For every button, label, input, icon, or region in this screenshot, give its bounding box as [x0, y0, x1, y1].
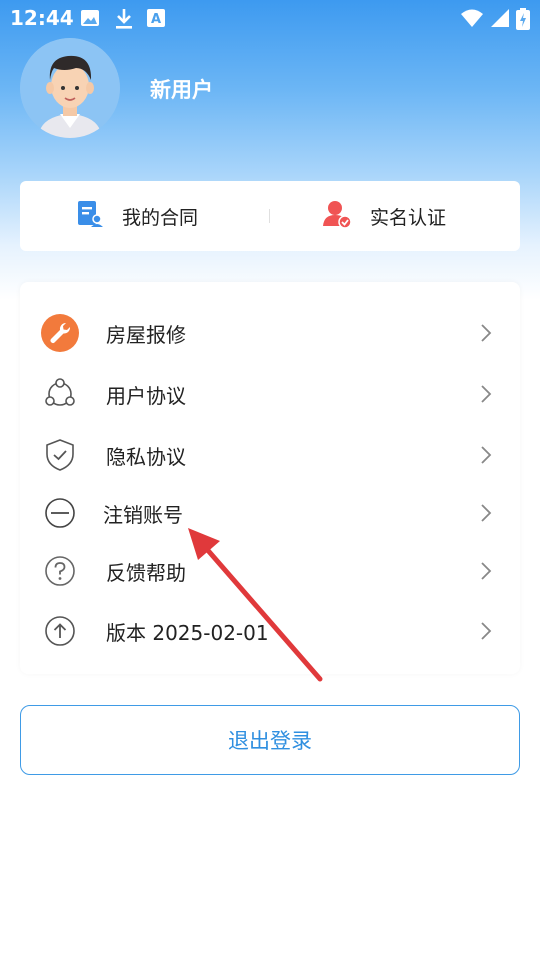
- menu-item-delete-account[interactable]: 注销账号: [20, 485, 520, 541]
- share-icon: [40, 374, 80, 414]
- divider: [269, 209, 270, 223]
- status-bar: 12:44 A: [0, 0, 540, 36]
- menu-label: 注销账号: [103, 503, 183, 527]
- verify-user-icon: [322, 199, 352, 233]
- wifi-icon: [460, 8, 484, 32]
- username: 新用户: [150, 78, 213, 102]
- real-name-verify-button[interactable]: 实名认证: [322, 181, 446, 251]
- my-contract-button[interactable]: 我的合同: [76, 181, 198, 251]
- help-circle-icon: [40, 551, 80, 591]
- chevron-right-icon: [480, 323, 492, 347]
- real-name-verify-label: 实名认证: [370, 206, 447, 229]
- menu-label: 隐私协议: [106, 445, 186, 469]
- contract-icon: [76, 199, 104, 233]
- chevron-right-icon: [480, 445, 492, 469]
- chevron-right-icon: [480, 384, 492, 408]
- quick-actions-card: 我的合同 实名认证: [20, 181, 520, 251]
- chevron-right-icon: [480, 503, 492, 527]
- chevron-right-icon: [480, 621, 492, 645]
- wrench-icon: [40, 313, 80, 353]
- upload-circle-icon: [40, 611, 80, 651]
- menu-label: 反馈帮助: [106, 561, 186, 585]
- text-a-icon: A: [146, 8, 166, 32]
- status-time: 12:44: [10, 6, 74, 30]
- menu-item-house-repair[interactable]: 房屋报修: [20, 305, 520, 361]
- menu-label: 用户协议: [106, 384, 186, 408]
- menu-list: 房屋报修 用户协议 隐私协议 注销账号 反馈帮助 版本 2025-02-01: [20, 282, 520, 674]
- menu-item-user-agreement[interactable]: 用户协议: [20, 366, 520, 422]
- avatar[interactable]: [20, 38, 120, 138]
- menu-label: 房屋报修: [106, 323, 186, 347]
- minus-circle-icon: [40, 493, 80, 533]
- svg-text:A: A: [151, 12, 161, 27]
- menu-item-feedback-help[interactable]: 反馈帮助: [20, 543, 520, 599]
- logout-button[interactable]: 退出登录: [20, 705, 520, 775]
- chevron-right-icon: [480, 561, 492, 585]
- version-label: 版本 2025-02-01: [106, 621, 269, 645]
- menu-item-privacy-policy[interactable]: 隐私协议: [20, 427, 520, 483]
- menu-item-version[interactable]: 版本 2025-02-01: [20, 603, 520, 659]
- shield-check-icon: [40, 435, 80, 475]
- signal-icon: [490, 8, 510, 32]
- my-contract-label: 我的合同: [122, 206, 199, 229]
- image-icon: [80, 8, 100, 32]
- battery-icon: [516, 8, 530, 34]
- download-icon: [114, 8, 134, 34]
- logout-label: 退出登录: [228, 729, 312, 753]
